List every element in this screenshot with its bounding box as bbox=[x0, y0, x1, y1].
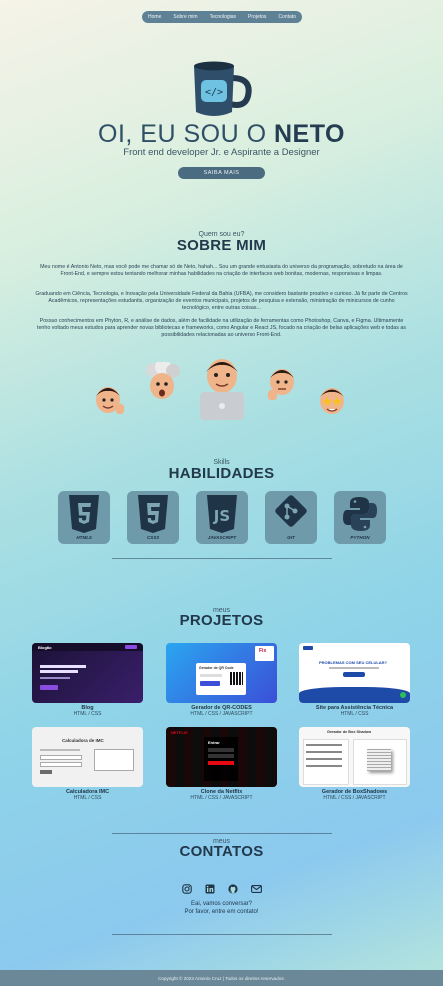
instagram-icon[interactable] bbox=[182, 884, 192, 894]
project-card-qrcode[interactable]: Gerador de QR Code Fix Gerador de QR-COD… bbox=[166, 643, 277, 717]
mind-blown-memoji bbox=[146, 362, 180, 399]
git-icon bbox=[275, 495, 307, 527]
contact-line-1: Eai, vamos conversar? bbox=[190, 901, 253, 907]
project-stack: HTML / CSS bbox=[73, 711, 102, 717]
about-paragraph-3: Possuo conhecimentos em Phyton, R, e aná… bbox=[37, 318, 406, 338]
html5-icon bbox=[69, 495, 99, 533]
project-stack: HTML / CSS / JAVASCRIPT bbox=[190, 795, 253, 801]
project-thumbnail[interactable]: NETFLIX Entrar bbox=[166, 727, 277, 787]
projects-title: PROJETOS bbox=[179, 612, 264, 629]
project-thumbnail[interactable]: PROBLEMAS COM SEU CELULAR? bbox=[299, 643, 410, 703]
nav-about[interactable]: Sobre mim bbox=[173, 14, 197, 20]
project-stack: HTML / CSS bbox=[73, 795, 102, 801]
hero-subtitle: Front end developer Jr. e Aspirante a De… bbox=[123, 147, 320, 158]
nav-technologies[interactable]: Tecnologias bbox=[210, 14, 236, 20]
nav-projects[interactable]: Projetos bbox=[248, 14, 266, 20]
contacts-title: CONTATOS bbox=[179, 843, 264, 860]
skill-card-html5: HTML5 bbox=[58, 491, 110, 544]
copyright-text: Copyright © 2023 Antonio Cruz | Todos os… bbox=[158, 975, 285, 981]
javascript-icon: JS bbox=[207, 495, 237, 533]
about-paragraph-2: Graduando em Ciência, Tecnologia, e Inov… bbox=[35, 291, 408, 311]
code-mug-icon: </> bbox=[194, 61, 252, 116]
skill-card-git: GIT bbox=[265, 491, 317, 544]
github-icon[interactable] bbox=[228, 884, 238, 894]
svg-text:</>: </> bbox=[205, 87, 223, 98]
project-card-tech-assistance[interactable]: PROBLEMAS COM SEU CELULAR? Site para Ass… bbox=[299, 643, 410, 717]
css3-icon bbox=[138, 495, 168, 533]
project-thumbnail[interactable]: Calculadora de IMC bbox=[32, 727, 143, 787]
nav-home[interactable]: Home bbox=[148, 14, 161, 20]
project-card-blog[interactable]: Blogão Blog HTML / CSS bbox=[32, 643, 143, 717]
project-stack: HTML / CSS / JAVASCRIPT bbox=[323, 795, 386, 801]
section-divider bbox=[112, 934, 332, 935]
python-icon bbox=[343, 497, 377, 531]
about-title: SOBRE MIM bbox=[176, 237, 267, 254]
svg-text:JS: JS bbox=[213, 507, 230, 525]
project-card-box-shadow-generator[interactable]: Gerador de Box Shadow Gerador de BoxShad… bbox=[299, 727, 410, 801]
project-thumbnail[interactable]: Gerador de Box Shadow bbox=[299, 727, 410, 787]
star-eyes-memoji bbox=[320, 388, 344, 414]
project-card-bmi-calculator[interactable]: Calculadora de IMC Calculadora IMC HTML … bbox=[32, 727, 143, 801]
skill-card-javascript: JS JAVASCRIPT bbox=[196, 491, 248, 544]
section-divider bbox=[112, 558, 332, 559]
contact-icons bbox=[182, 884, 262, 894]
waving-memoji bbox=[96, 387, 124, 414]
top-nav: Home Sobre mim Tecnologias Projetos Cont… bbox=[142, 11, 302, 23]
about-paragraph-1: Meu nome é Antonio Neto, mas você pode m… bbox=[40, 264, 403, 277]
laptop-memoji bbox=[200, 359, 244, 420]
project-stack: HTML / CSS bbox=[340, 711, 369, 717]
contact-line-2: Por favor, entre em contato! bbox=[184, 909, 259, 915]
skill-card-css3: CSS3 bbox=[127, 491, 179, 544]
skills-title: HABILIDADES bbox=[168, 465, 275, 482]
footer: Copyright © 2023 Antonio Cruz | Todos os… bbox=[0, 970, 443, 986]
project-stack: HTML / CSS / JAVASCRIPT bbox=[190, 711, 253, 717]
project-thumbnail[interactable]: Gerador de QR Code Fix bbox=[166, 643, 277, 703]
project-thumbnail[interactable]: Blogão bbox=[32, 643, 143, 703]
section-divider bbox=[112, 833, 332, 834]
thinking-memoji bbox=[268, 369, 294, 400]
hero-title: OI, EU SOU O NETO bbox=[98, 120, 345, 148]
learn-more-button[interactable]: SAIBA MAIS bbox=[178, 167, 265, 179]
linkedin-icon[interactable] bbox=[205, 884, 215, 894]
project-card-netflix-clone[interactable]: NETFLIX Entrar Clone da Netflix HTML / C… bbox=[166, 727, 277, 801]
nav-contact[interactable]: Contato bbox=[278, 14, 296, 20]
skill-card-python: PYTHON bbox=[334, 491, 386, 544]
email-icon[interactable] bbox=[251, 884, 262, 894]
